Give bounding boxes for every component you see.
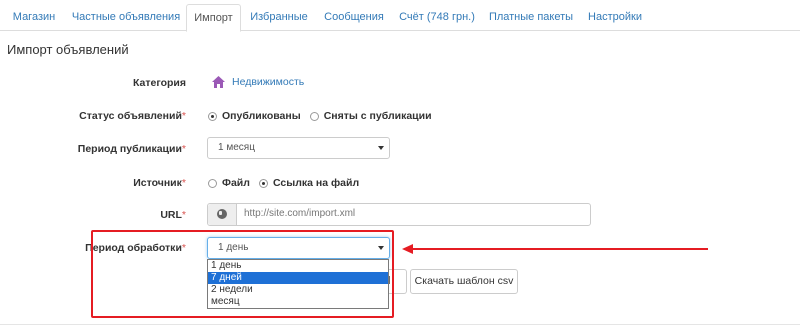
period-select-value: 1 месяц bbox=[218, 142, 255, 153]
period-select[interactable]: 1 месяц bbox=[207, 137, 390, 159]
download-csv-template-button[interactable]: Скачать шаблон csv bbox=[410, 269, 518, 294]
source-link-option[interactable]: Ссылка на файл bbox=[258, 177, 360, 189]
tab-settings[interactable]: Настройки bbox=[582, 4, 648, 31]
source-label: Источник* bbox=[133, 177, 186, 189]
category-label: Категория bbox=[132, 77, 186, 89]
source-file-option[interactable]: Файл bbox=[208, 177, 250, 189]
annotation-highlight-box bbox=[91, 230, 394, 318]
globe-icon bbox=[217, 209, 227, 219]
source-file-radio[interactable] bbox=[208, 178, 217, 188]
status-radio-group: Опубликованы Сняты с публикации bbox=[208, 110, 441, 122]
status-published-label: Опубликованы bbox=[222, 110, 301, 122]
source-file-label: Файл bbox=[222, 177, 250, 189]
tab-account[interactable]: Счёт (748 грн.) bbox=[395, 4, 479, 31]
source-link-label: Ссылка на файл bbox=[272, 177, 360, 189]
tab-import[interactable]: Импорт bbox=[186, 4, 241, 32]
source-radio-group: Файл Ссылка на файл bbox=[208, 177, 368, 189]
url-addon bbox=[208, 204, 237, 225]
status-unpublished-option[interactable]: Сняты с публикации bbox=[309, 110, 432, 122]
status-label: Статус объявлений* bbox=[79, 110, 186, 122]
tab-private-ads[interactable]: Частные объявления bbox=[68, 4, 184, 31]
house-icon bbox=[212, 76, 225, 88]
tab-paid-packages[interactable]: Платные пакеты bbox=[486, 4, 576, 31]
tab-shop[interactable]: Магазин bbox=[6, 4, 62, 31]
category-link[interactable]: Недвижимость bbox=[232, 76, 304, 88]
url-label: URL* bbox=[160, 209, 186, 221]
status-published-option[interactable]: Опубликованы bbox=[208, 110, 301, 122]
status-unpublished-radio[interactable] bbox=[309, 111, 319, 121]
source-link-radio[interactable] bbox=[258, 178, 268, 188]
divider bbox=[0, 324, 800, 325]
url-input[interactable]: http://site.com/import.xml bbox=[244, 208, 355, 219]
tab-bar: Магазин Частные объявления Импорт Избран… bbox=[0, 0, 800, 32]
annotation-arrow-icon bbox=[402, 244, 413, 254]
status-published-radio[interactable] bbox=[208, 111, 217, 121]
tab-messages[interactable]: Сообщения bbox=[318, 4, 390, 31]
annotation-arrow-line bbox=[412, 248, 708, 250]
chevron-down-icon bbox=[378, 146, 384, 150]
period-label: Период публикации* bbox=[77, 143, 186, 155]
page-title: Импорт объявлений bbox=[7, 42, 129, 57]
url-input-group: http://site.com/import.xml bbox=[207, 203, 591, 226]
status-unpublished-label: Сняты с публикации bbox=[323, 110, 432, 122]
tab-favorites[interactable]: Избранные bbox=[245, 4, 313, 31]
